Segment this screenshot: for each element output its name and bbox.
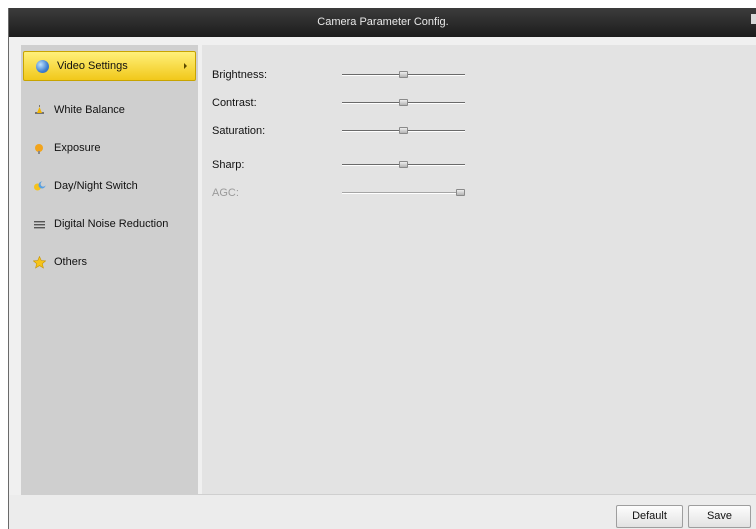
close-icon[interactable]: [751, 14, 756, 24]
slider-thumb[interactable]: [399, 161, 408, 168]
agc-slider: [342, 189, 465, 196]
sidebar-item-label: White Balance: [54, 104, 125, 116]
slider-thumb[interactable]: [399, 99, 408, 106]
brightness-row: Brightness:: [212, 67, 512, 83]
saturation-row: Saturation:: [212, 123, 512, 139]
day-night-icon: [33, 180, 46, 193]
saturation-slider[interactable]: [342, 127, 465, 134]
sidebar-item-others[interactable]: Others: [21, 247, 198, 277]
chevron-right-icon: [184, 63, 187, 69]
sidebar-item-digital-noise-reduction[interactable]: Digital Noise Reduction: [21, 209, 198, 239]
sidebar-item-exposure[interactable]: Exposure: [21, 133, 198, 163]
sidebar-item-label: Digital Noise Reduction: [54, 218, 169, 230]
video-settings-icon: [36, 59, 49, 73]
agc-label: AGC:: [212, 187, 239, 199]
sidebar-item-label: Exposure: [54, 142, 101, 154]
saturation-label: Saturation:: [212, 125, 266, 137]
exposure-icon: [33, 142, 46, 155]
sharp-slider[interactable]: [342, 161, 465, 168]
title-bar: Camera Parameter Config.: [9, 8, 756, 37]
default-button[interactable]: Default: [616, 505, 683, 528]
contrast-slider[interactable]: [342, 99, 465, 106]
sharp-label: Sharp:: [212, 159, 245, 171]
sharp-row: Sharp:: [212, 157, 512, 173]
white-balance-icon: [33, 104, 46, 117]
slider-thumb[interactable]: [399, 71, 408, 78]
sidebar-item-white-balance[interactable]: White Balance: [21, 95, 198, 125]
slider-thumb[interactable]: [399, 127, 408, 134]
sidebar-item-video-settings[interactable]: Video Settings: [23, 51, 196, 81]
camera-parameter-window: Camera Parameter Config. Video Settings …: [8, 8, 756, 529]
sidebar-item-day-night-switch[interactable]: Day/Night Switch: [21, 171, 198, 201]
window-title: Camera Parameter Config.: [317, 16, 449, 28]
sidebar-item-label: Others: [54, 256, 88, 268]
brightness-slider[interactable]: [342, 71, 465, 78]
contrast-label: Contrast:: [212, 97, 257, 109]
agc-row: AGC:: [212, 185, 512, 201]
sidebar-item-label: Video Settings: [57, 60, 128, 72]
brightness-label: Brightness:: [212, 69, 268, 81]
video-settings-panel: Brightness: Contrast: Saturation: Sharp:…: [202, 45, 756, 494]
slider-thumb: [456, 189, 465, 196]
sidebar-item-label: Day/Night Switch: [54, 180, 138, 192]
contrast-row: Contrast:: [212, 95, 512, 111]
noise-reduction-icon: [33, 218, 46, 231]
save-button[interactable]: Save: [688, 505, 751, 528]
star-icon: [33, 255, 46, 269]
footer-bar: Default Save: [9, 495, 756, 529]
sidebar: Video Settings White Balance Exposure Da…: [21, 45, 198, 494]
